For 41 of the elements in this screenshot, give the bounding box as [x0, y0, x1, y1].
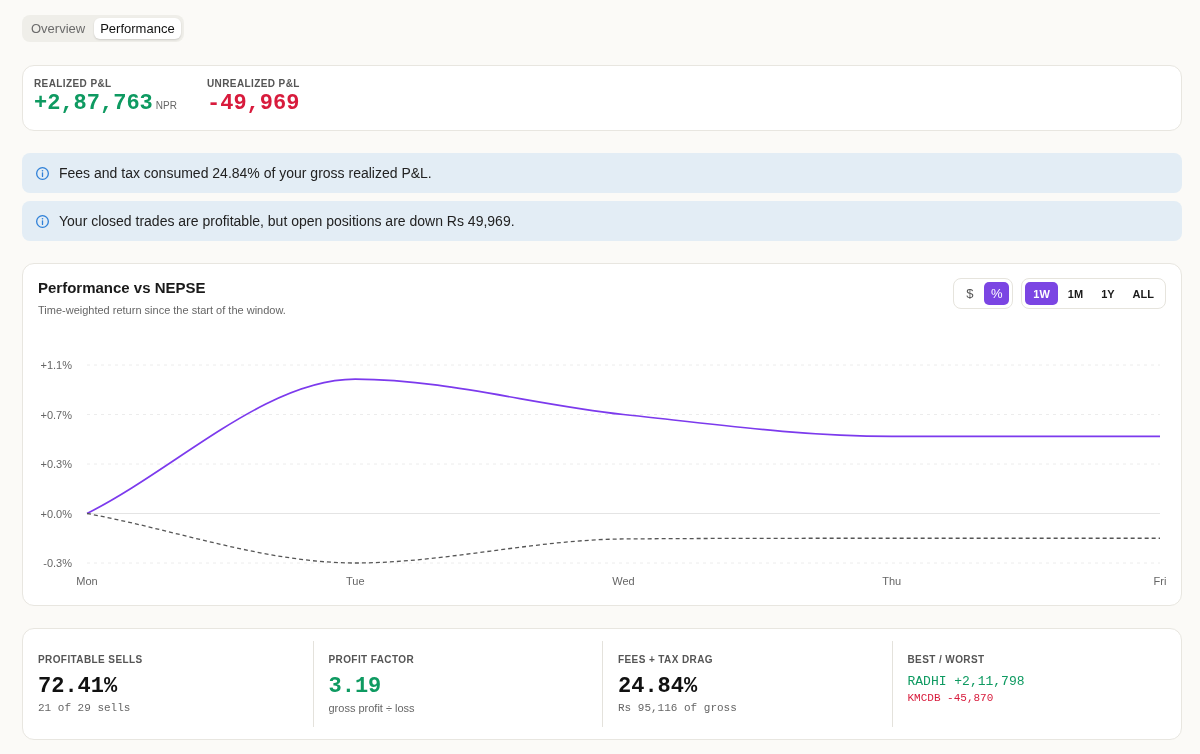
y-axis-label: +0.0% — [40, 507, 72, 520]
stat-label: UNREALIZED P&L — [207, 77, 301, 90]
stat-label: FEES + TAX DRAG — [618, 653, 714, 666]
info-icon — [36, 214, 49, 228]
stat-label: PROFIT FACTOR — [328, 653, 416, 666]
tab[interactable]: Overview — [25, 18, 92, 39]
stat-label: PROFITABLE SELLS — [38, 653, 144, 666]
tab[interactable]: Performance — [94, 18, 181, 39]
banner-text: Your closed trades are profitable, but open positions are down Rs 49,969. — [59, 213, 515, 229]
x-axis-label: Mon — [76, 575, 98, 587]
stat-note: Rs 95,116 of gross — [618, 701, 738, 715]
stock-result: RADHI +2,11,798 — [907, 674, 1026, 690]
info-icon — [36, 166, 49, 180]
stock-result: KMCDB -45,870 — [907, 691, 995, 706]
stat-value: +2,87,763 — [34, 90, 153, 117]
y-axis-label: +1.1% — [40, 359, 72, 371]
unit-button[interactable]: $ — [957, 282, 983, 305]
stat-note: 21 of 29 sells — [38, 701, 132, 715]
stat-value: 24.84% — [618, 673, 699, 700]
y-axis-label: -0.3% — [43, 557, 72, 569]
stat-label: BEST / WORST — [907, 653, 986, 666]
currency-unit: NPR — [155, 100, 177, 111]
stat-value: -49,969 — [207, 90, 300, 117]
x-axis-label: Thu — [882, 575, 902, 587]
x-axis-label: Wed — [612, 575, 635, 587]
stat-label: REALIZED P&L — [34, 77, 113, 90]
range-button[interactable]: ALL — [1124, 282, 1162, 305]
x-axis-label: Tue — [346, 575, 365, 587]
unit-button[interactable]: % — [984, 282, 1010, 305]
banner-text: Fees and tax consumed 24.84% of your gross realized P&L. — [59, 165, 432, 181]
y-axis-label: +0.7% — [40, 408, 72, 421]
stat-note: gross profit ÷ loss — [328, 701, 416, 715]
range-button[interactable]: 1Y — [1093, 282, 1123, 305]
stat-value: 3.19 — [328, 673, 383, 700]
chart-title: Performance vs NEPSE — [38, 278, 207, 298]
chart-subtitle: Time-weighted return since the start of the window. — [38, 303, 286, 317]
y-axis-label: +0.3% — [40, 458, 72, 470]
range-button[interactable]: 1W — [1025, 282, 1058, 305]
x-axis-label: Fri — [1153, 575, 1167, 587]
range-button[interactable]: 1M — [1059, 282, 1092, 305]
stat-value: 72.41% — [38, 673, 119, 700]
